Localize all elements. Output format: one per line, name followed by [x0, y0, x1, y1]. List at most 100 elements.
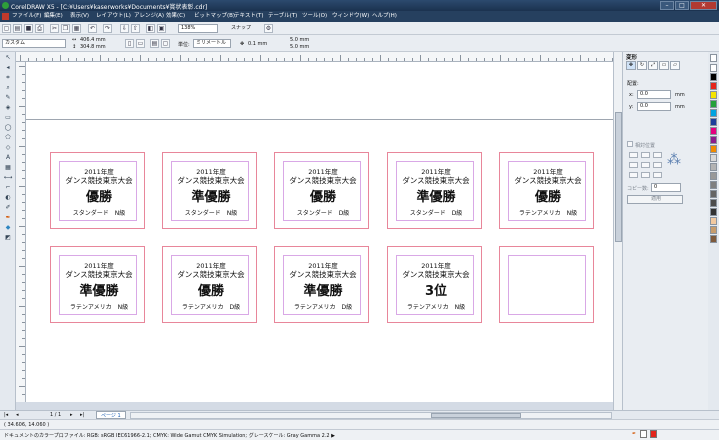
menu-file[interactable]: ファイル(F): [12, 12, 41, 21]
anchor-bottom-left[interactable]: [629, 172, 638, 178]
zoom-tool-icon[interactable]: ⌕: [3, 84, 13, 92]
rectangle-tool-icon[interactable]: ▭: [3, 114, 13, 122]
menu-effects[interactable]: 効果(C): [166, 12, 185, 21]
palette-swatch[interactable]: [710, 145, 717, 153]
menu-table[interactable]: テーブル(T): [268, 12, 297, 21]
position-y-field[interactable]: 0.0: [637, 102, 671, 111]
paste-icon[interactable]: ▦: [72, 24, 81, 33]
palette-swatch[interactable]: [710, 91, 717, 99]
award-card[interactable]: 2011年度 ダンス競技東京大会 3位 ラテンアメリカ N級: [387, 246, 482, 323]
menu-window[interactable]: ウィンドウ(W): [332, 12, 369, 21]
menu-view[interactable]: 表示(V): [70, 12, 89, 21]
vertical-scrollbar[interactable]: [613, 52, 622, 410]
smart-fill-tool-icon[interactable]: ◈: [3, 104, 13, 112]
drawing-canvas[interactable]: 2011年度 ダンス競技東京大会 優勝 スタンダード N級 2011年度 ダンス…: [26, 62, 613, 402]
anchor-middle-left[interactable]: [629, 162, 638, 168]
previous-page-icon[interactable]: ◂: [16, 412, 19, 418]
palette-swatch[interactable]: [710, 109, 717, 117]
current-page-icon[interactable]: ▢: [161, 39, 170, 48]
first-page-icon[interactable]: |◂: [4, 412, 8, 418]
basic-shapes-tool-icon[interactable]: ◇: [3, 144, 13, 152]
paper-size-dropdown[interactable]: カスタム: [2, 39, 66, 48]
portrait-icon[interactable]: ▯: [125, 39, 134, 48]
page-tab[interactable]: ページ 1: [96, 411, 126, 419]
dimension-tool-icon[interactable]: ⟷: [3, 174, 13, 182]
award-card[interactable]: 2011年度 ダンス競技東京大会 優勝 スタンダード D級: [274, 152, 369, 229]
palette-swatch[interactable]: [710, 226, 717, 234]
export-icon[interactable]: ⇧: [131, 24, 140, 33]
fill-tool-icon[interactable]: ◆: [3, 224, 13, 232]
size-tab-icon[interactable]: ▭: [659, 61, 669, 70]
print-icon[interactable]: ⎙: [35, 24, 44, 33]
zoom-level-dropdown[interactable]: 138%: [178, 24, 218, 33]
horizontal-ruler[interactable]: [16, 52, 613, 62]
menu-text[interactable]: テキスト(T): [234, 12, 264, 21]
palette-swatch[interactable]: [710, 136, 717, 144]
text-tool-icon[interactable]: A: [3, 154, 13, 162]
maximize-button[interactable]: □: [675, 1, 689, 10]
anchor-bottom-right[interactable]: [653, 172, 662, 178]
close-button[interactable]: ✕: [690, 1, 717, 10]
all-pages-icon[interactable]: ▤: [150, 39, 159, 48]
welcome-screen-icon[interactable]: ▣: [157, 24, 166, 33]
award-card[interactable]: 2011年度 ダンス競技東京大会 準優勝 ラテンアメリカ D級: [274, 246, 369, 323]
anchor-top-left[interactable]: [629, 152, 638, 158]
coreldraw-app-icon[interactable]: [2, 2, 9, 9]
freehand-tool-icon[interactable]: ✎: [3, 94, 13, 102]
palette-swatch[interactable]: [710, 127, 717, 135]
last-page-icon[interactable]: ▸|: [80, 412, 84, 418]
anchor-top-center[interactable]: [641, 152, 650, 158]
anchor-center[interactable]: [641, 162, 650, 168]
duplicate-y-field[interactable]: 5.0 mm: [290, 44, 309, 50]
snap-to-dropdown[interactable]: スナップ: [228, 24, 260, 33]
menu-bitmaps[interactable]: ビットマップ(B): [194, 12, 235, 21]
new-icon[interactable]: ▢: [2, 24, 11, 33]
pick-tool-icon[interactable]: ↖: [3, 54, 13, 62]
palette-swatch[interactable]: [710, 163, 717, 171]
award-card[interactable]: 2011年度 ダンス競技東京大会 準優勝 スタンダード N級: [162, 152, 257, 229]
cut-icon[interactable]: ✂: [50, 24, 59, 33]
palette-swatch[interactable]: [710, 73, 717, 81]
outline-tool-icon[interactable]: ✒: [3, 214, 13, 222]
crop-tool-icon[interactable]: ⌗: [3, 74, 13, 82]
shape-tool-icon[interactable]: ◂: [3, 64, 13, 72]
apply-button[interactable]: 適用: [627, 195, 683, 204]
menu-arrange[interactable]: アレンジ(A): [134, 12, 164, 21]
menu-help[interactable]: ヘルプ(H): [372, 12, 397, 21]
rotate-tab-icon[interactable]: ↻: [637, 61, 647, 70]
award-card[interactable]: 2011年度 ダンス競技東京大会 準優勝 スタンダード D級: [387, 152, 482, 229]
table-tool-icon[interactable]: ▦: [3, 164, 13, 172]
open-icon[interactable]: ▤: [13, 24, 22, 33]
nudge-distance-field[interactable]: 0.1 mm: [248, 41, 267, 47]
menu-layout[interactable]: レイアウト(L): [96, 12, 131, 21]
palette-swatch[interactable]: [710, 172, 717, 180]
redo-icon[interactable]: ↷: [103, 24, 112, 33]
interactive-fill-tool-icon[interactable]: ◩: [3, 234, 13, 242]
options-icon[interactable]: ⚙: [264, 24, 273, 33]
anchor-middle-right[interactable]: [653, 162, 662, 168]
outline-indicator-icon[interactable]: ✒: [632, 431, 636, 437]
award-card[interactable]: 2011年度 ダンス競技東京大会 優勝 ラテンアメリカ N級: [499, 152, 594, 229]
palette-swatch[interactable]: [710, 154, 717, 162]
palette-swatch[interactable]: [710, 190, 717, 198]
horizontal-scrollbar[interactable]: [130, 412, 612, 419]
outline-color-swatch[interactable]: [650, 430, 657, 438]
page-width-field[interactable]: 406.4 mm: [80, 37, 106, 43]
horizontal-scroll-thumb[interactable]: [431, 413, 521, 418]
next-page-icon[interactable]: ▸: [70, 412, 73, 418]
award-card[interactable]: 2011年度 ダンス競技東京大会 優勝 スタンダード N級: [50, 152, 145, 229]
palette-swatch[interactable]: [710, 100, 717, 108]
anchor-top-right[interactable]: [653, 152, 662, 158]
palette-swatch[interactable]: [710, 235, 717, 243]
palette-swatch[interactable]: [710, 118, 717, 126]
minimize-button[interactable]: –: [660, 1, 674, 10]
application-launcher-icon[interactable]: ◧: [146, 24, 155, 33]
skew-tab-icon[interactable]: ▱: [670, 61, 680, 70]
color-profile-info[interactable]: ドキュメントのカラープロファイル: RGB: sRGB IEC61966-2.1…: [4, 432, 335, 439]
relative-position-checkbox[interactable]: [627, 141, 633, 147]
palette-swatch[interactable]: [710, 82, 717, 90]
palette-swatch[interactable]: [710, 208, 717, 216]
position-x-field[interactable]: 0.0: [637, 90, 671, 99]
connector-tool-icon[interactable]: ⌐: [3, 184, 13, 192]
anchor-bottom-center[interactable]: [641, 172, 650, 178]
